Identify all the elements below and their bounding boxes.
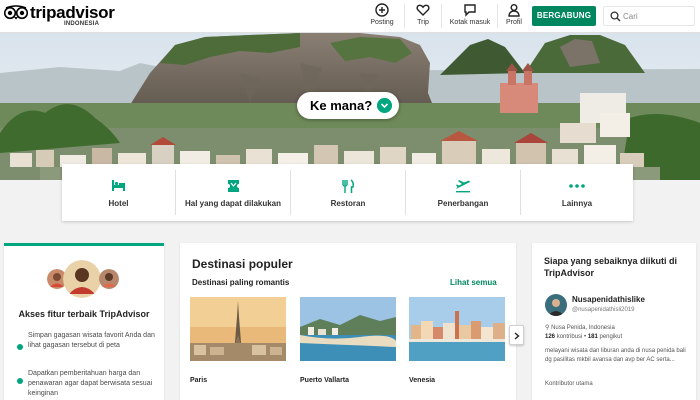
destination-card-paris[interactable]	[190, 297, 286, 361]
destination-name[interactable]: Paris	[190, 377, 207, 384]
profile-description: melayani wisata dan liburan anda di nusa…	[545, 348, 686, 363]
category-label: Hal yang dapat dilakukan	[184, 199, 282, 208]
features-title: Akses fitur terbaik TripAdvisor	[18, 309, 150, 319]
destination-name[interactable]: Venesia	[409, 377, 435, 384]
bullet-dot	[17, 378, 23, 384]
cutlery-icon	[342, 179, 354, 193]
feature-text: Simpan gagasan wisata favorit Anda dan l…	[28, 332, 155, 349]
features-card: Akses fitur terbaik TripAdvisor Simpan g…	[4, 243, 164, 400]
ticket-icon	[228, 180, 239, 192]
carousel-next-button[interactable]	[509, 325, 524, 345]
venice-photo	[409, 297, 505, 361]
chevron-down-icon	[377, 98, 392, 113]
followers-label: pengikut	[599, 334, 623, 340]
profile-badge: Kontributor utama	[545, 381, 593, 387]
category-label: Lainnya	[561, 199, 593, 208]
nav-profile[interactable]: Profil	[502, 3, 526, 31]
plus-circle-icon	[375, 3, 389, 17]
user-icon	[508, 4, 520, 17]
heart-icon	[416, 4, 430, 16]
see-all-link[interactable]: Lihat semua	[450, 278, 497, 287]
traveler-avatars	[47, 260, 123, 298]
paris-photo	[190, 297, 286, 361]
search-icon	[610, 11, 621, 22]
plane-icon	[456, 180, 470, 193]
section-subtitle: Destinasi paling romantis	[192, 278, 290, 287]
contributions-label: kontribusi	[556, 334, 583, 340]
profile-photo	[545, 294, 567, 316]
follow-title: Siapa yang sebaiknya diikuti di TripAdvi…	[544, 256, 678, 278]
feature-text: Dapatkan pemberitahuan harga dan penawar…	[28, 370, 153, 397]
where-to-label: Ke mana?	[310, 98, 373, 113]
nav-trip-label: Trip	[417, 19, 429, 26]
bullet-dot	[17, 344, 23, 350]
category-flights[interactable]: Penerbangan	[406, 164, 520, 221]
profile-location: ⚲ Nusa Penida, Indonesia	[545, 324, 615, 331]
search-input[interactable]	[623, 9, 691, 23]
destination-card-puerto-vallarta[interactable]	[300, 297, 396, 361]
nav-profile-label: Profil	[506, 19, 522, 26]
nav-divider	[497, 4, 498, 28]
location-pin-icon: ⚲	[545, 325, 550, 331]
avatar	[99, 269, 119, 289]
search-box[interactable]	[603, 6, 695, 26]
hero-banner: Ke mana?	[0, 33, 700, 180]
bed-icon	[112, 180, 125, 191]
category-label: Restoran	[330, 199, 366, 208]
nav-post[interactable]: Posting	[362, 3, 402, 31]
category-label: Penerbangan	[437, 199, 489, 208]
nav-inbox[interactable]: Kotak masuk	[446, 3, 494, 31]
category-bar: Hotel Hal yang dapat dilakukan Restoran …	[62, 164, 633, 221]
profile-stats: 126 kontribusi • 181 pengikut	[545, 334, 623, 340]
location-text: Nusa Penida, Indonesia	[551, 325, 615, 331]
tripadvisor-logo[interactable]: tripadvisor INDONESIA	[4, 3, 115, 29]
nav-trip[interactable]: Trip	[408, 3, 438, 31]
who-to-follow-card: Siapa yang sebaiknya diikuti di TripAdvi…	[532, 243, 696, 400]
top-header: tripadvisor INDONESIA Posting Trip Kotak…	[0, 0, 700, 33]
owl-logo-icon	[4, 5, 28, 20]
nav-divider	[441, 4, 442, 28]
destination-card-venesia[interactable]	[409, 297, 505, 361]
profile-name[interactable]: Nusapenidathislike	[572, 295, 645, 304]
chat-bubble-icon	[464, 4, 476, 17]
brand-country: INDONESIA	[64, 21, 100, 27]
category-more[interactable]: Lainnya	[521, 164, 633, 221]
join-button[interactable]: BERGABUNG	[532, 6, 596, 26]
where-to-button[interactable]: Ke mana?	[297, 92, 399, 119]
category-hotel[interactable]: Hotel	[62, 164, 175, 221]
category-restaurants[interactable]: Restoran	[291, 164, 405, 221]
profile-handle: @nusapenidathisli2019	[572, 307, 635, 313]
contributions-count: 126	[545, 334, 556, 340]
category-things-to-do[interactable]: Hal yang dapat dilakukan	[176, 164, 290, 221]
destination-name[interactable]: Puerto Vallarta	[300, 377, 349, 384]
avatar	[63, 260, 101, 298]
brand-name: tripadvisor	[30, 3, 115, 22]
puerto-vallarta-photo	[300, 297, 396, 361]
avatar[interactable]	[545, 294, 567, 316]
section-title: Destinasi populer	[192, 257, 293, 271]
nav-post-label: Posting	[370, 19, 394, 26]
popular-destinations-card: Destinasi populer Destinasi paling roman…	[180, 243, 524, 400]
nav-inbox-label: Kotak masuk	[449, 19, 491, 26]
followers-count: 181	[587, 334, 598, 340]
chevron-right-icon	[514, 332, 520, 340]
category-label: Hotel	[108, 199, 129, 208]
more-icon	[569, 184, 585, 188]
nav-divider	[404, 4, 405, 28]
